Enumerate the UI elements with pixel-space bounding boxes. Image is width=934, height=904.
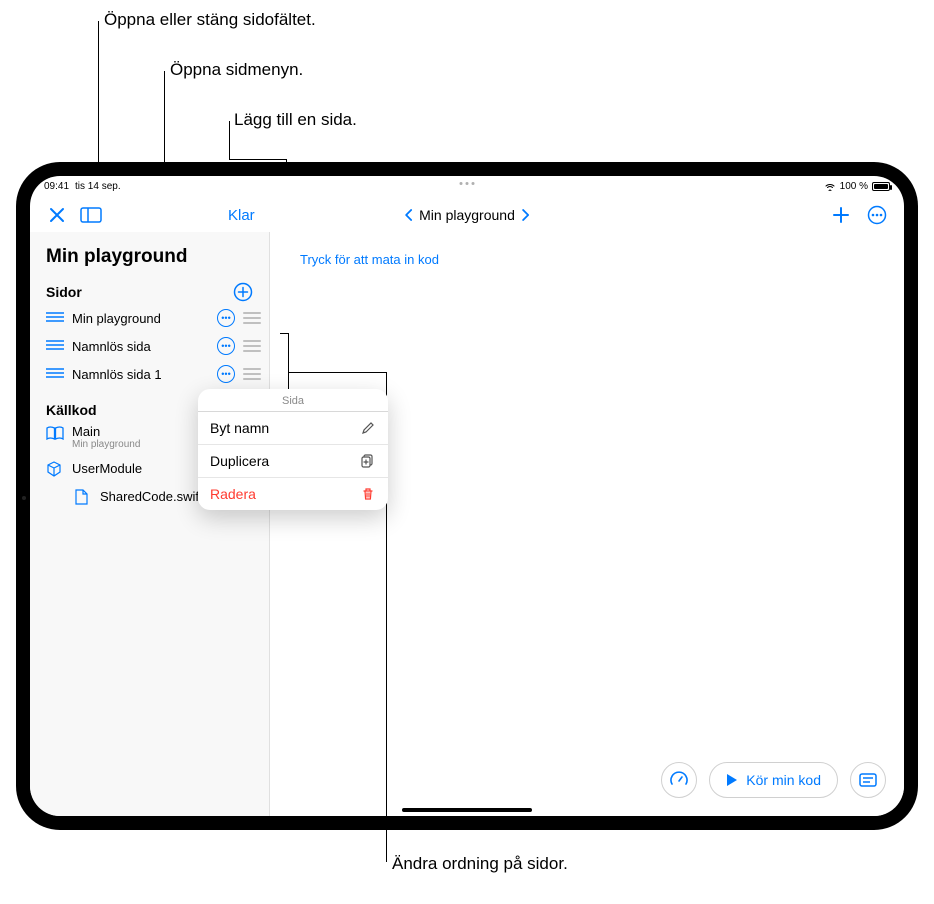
play-icon	[726, 773, 738, 787]
pages-label: Sidor	[46, 284, 82, 300]
add-button[interactable]	[828, 202, 854, 228]
playground-title: Min playground	[30, 238, 269, 274]
swift-file-icon	[74, 489, 92, 503]
status-bar: 09:41 tis 14 sep. 100 %	[30, 176, 904, 196]
more-button[interactable]	[864, 202, 890, 228]
wifi-icon	[824, 182, 836, 191]
page-icon	[46, 311, 64, 325]
editor-area[interactable]: Tryck för att mata in kod Kör min kod	[270, 232, 904, 816]
menu-duplicate-label: Duplicera	[210, 453, 269, 469]
drag-handle-icon[interactable]	[243, 340, 261, 352]
screen: 09:41 tis 14 sep. 100 % Klar Min playgro…	[30, 176, 904, 816]
toggle-sidebar-button[interactable]	[78, 202, 104, 228]
home-indicator[interactable]	[402, 808, 532, 812]
callout-toggle-sidebar: Öppna eller stäng sidofältet.	[104, 10, 316, 30]
page-context-menu: Sida Byt namn Duplicera Radera	[198, 389, 388, 510]
sidebar: Min playground Sidor Min playground •••	[30, 232, 270, 816]
main-label: Main	[72, 424, 140, 439]
page-label: Namnlös sida 1	[72, 367, 209, 382]
menu-rename-label: Byt namn	[210, 420, 269, 436]
main-sublabel: Min playground	[72, 439, 140, 450]
menu-title: Sida	[198, 389, 388, 412]
duplicate-icon	[360, 453, 376, 469]
page-menu-button[interactable]: •••	[217, 309, 235, 327]
callout-line	[288, 333, 289, 393]
trash-icon	[360, 486, 376, 502]
menu-rename[interactable]: Byt namn	[198, 412, 388, 445]
callout-add-page: Lägg till en sida.	[234, 110, 357, 130]
pages-section-header: Sidor	[30, 274, 269, 304]
bottom-bar: Kör min kod	[661, 762, 886, 798]
top-toolbar: Klar Min playground	[30, 198, 904, 232]
camera-dot	[22, 496, 26, 500]
callout-reorder-pages: Ändra ordning på sidor.	[392, 854, 568, 874]
status-date: tis 14 sep.	[75, 181, 121, 192]
ipad-frame: 09:41 tis 14 sep. 100 % Klar Min playgro…	[16, 162, 918, 830]
source-label: Källkod	[46, 402, 97, 418]
battery-icon	[872, 182, 890, 191]
page-icon	[46, 367, 64, 381]
menu-delete-label: Radera	[210, 486, 256, 502]
menu-delete[interactable]: Radera	[198, 478, 388, 510]
callout-line	[229, 121, 230, 160]
output-view-button[interactable]	[850, 762, 886, 798]
page-menu-button[interactable]: •••	[217, 337, 235, 355]
module-icon	[46, 461, 64, 475]
drag-handle-icon[interactable]	[243, 368, 261, 380]
callouts-region: Öppna eller stäng sidofältet. Öppna sidm…	[0, 0, 934, 180]
status-battery-pct: 100 %	[840, 181, 868, 192]
page-label: Min playground	[72, 311, 209, 326]
close-button[interactable]	[44, 202, 70, 228]
status-time: 09:41	[44, 181, 69, 192]
nav-title: Min playground	[419, 207, 515, 223]
callout-line	[164, 71, 165, 174]
run-label: Kör min kod	[746, 772, 821, 788]
page-label: Namnlös sida	[72, 339, 209, 354]
book-icon	[46, 426, 64, 440]
page-row[interactable]: Namnlös sida 1 •••	[30, 360, 269, 388]
done-button[interactable]: Klar	[228, 207, 255, 224]
chevron-right-icon	[521, 209, 529, 221]
speed-gauge-button[interactable]	[661, 762, 697, 798]
add-page-button[interactable]	[233, 282, 253, 302]
callout-line	[229, 159, 287, 160]
menu-duplicate[interactable]: Duplicera	[198, 445, 388, 478]
callout-line	[280, 333, 288, 334]
editor-hint[interactable]: Tryck för att mata in kod	[300, 252, 439, 267]
page-row[interactable]: Min playground •••	[30, 304, 269, 332]
callout-line	[288, 372, 386, 373]
center-nav[interactable]: Min playground	[405, 207, 529, 223]
run-code-button[interactable]: Kör min kod	[709, 762, 838, 798]
page-menu-button[interactable]: •••	[217, 365, 235, 383]
pencil-icon	[360, 420, 376, 436]
callout-open-pagemenu: Öppna sidmenyn.	[170, 60, 303, 80]
page-icon	[46, 339, 64, 353]
page-row[interactable]: Namnlös sida •••	[30, 332, 269, 360]
drag-handle-icon[interactable]	[243, 312, 261, 324]
chevron-left-icon	[405, 209, 413, 221]
